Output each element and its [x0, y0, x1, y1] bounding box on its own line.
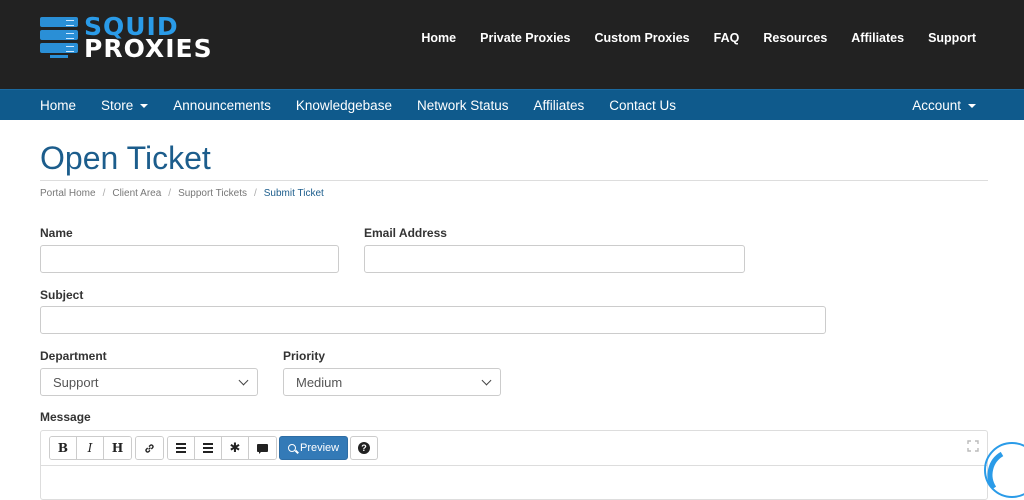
priority-select[interactable]: Medium — [283, 368, 501, 396]
topnav-private-proxies[interactable]: Private Proxies — [480, 31, 570, 45]
chevron-down-icon — [481, 375, 492, 386]
list-ul-icon — [176, 443, 186, 453]
ordered-list-button[interactable] — [195, 437, 222, 459]
breadcrumb-submit-ticket: Submit Ticket — [263, 188, 324, 199]
link-toolbar-group — [135, 436, 164, 460]
email-input[interactable] — [364, 245, 745, 273]
breadcrumb-portal-home[interactable]: Portal Home — [40, 188, 96, 199]
topnav-affiliates[interactable]: Affiliates — [851, 31, 904, 45]
fullscreen-icon[interactable] — [967, 440, 979, 452]
navbar-knowledgebase[interactable]: Knowledgebase — [296, 98, 392, 113]
message-label: Message — [40, 410, 91, 424]
caret-down-icon — [968, 103, 976, 108]
comment-icon — [257, 444, 268, 454]
name-label: Name — [40, 226, 73, 240]
heading-button[interactable]: H — [104, 437, 131, 459]
link-button[interactable] — [136, 437, 163, 459]
asterisk-icon: ✱ — [229, 440, 241, 455]
breadcrumb: Portal Home / Client Area / Support Tick… — [40, 188, 324, 199]
priority-label: Priority — [283, 349, 326, 363]
email-label: Email Address — [364, 226, 447, 240]
navbar-announcements[interactable]: Announcements — [173, 98, 271, 113]
toolbar-divider — [41, 465, 987, 466]
topnav-home[interactable]: Home — [421, 31, 456, 45]
logo-text: SQUID PROXIES — [84, 14, 213, 63]
navbar-affiliates[interactable]: Affiliates — [534, 98, 585, 113]
link-icon — [145, 443, 154, 453]
topnav-faq[interactable]: FAQ — [714, 31, 740, 45]
quote-button[interactable] — [249, 437, 276, 459]
breadcrumb-separator: / — [168, 188, 172, 199]
breadcrumb-separator: / — [102, 188, 106, 199]
logo[interactable]: SQUID PROXIES — [40, 14, 213, 63]
navbar-store-label: Store — [101, 98, 134, 113]
main-navbar: Home Store Announcements Knowledgebase N… — [0, 89, 1024, 120]
list-ol-icon — [203, 443, 213, 453]
subject-label: Subject — [40, 288, 84, 302]
top-header: SQUID PROXIES Home Private Proxies Custo… — [0, 0, 1024, 89]
page-title: Open Ticket — [40, 140, 211, 176]
topnav-resources[interactable]: Resources — [763, 31, 827, 45]
breadcrumb-client-area[interactable]: Client Area — [112, 188, 161, 199]
question-circle-icon: ? — [358, 442, 370, 454]
preview-button[interactable]: Preview — [279, 436, 349, 460]
server-rack-icon — [40, 17, 78, 59]
navbar-network-status[interactable]: Network Status — [417, 98, 509, 113]
name-input[interactable] — [40, 245, 339, 273]
navbar-contact-us[interactable]: Contact Us — [609, 98, 676, 113]
account-menu[interactable]: Account — [912, 90, 976, 121]
message-editor[interactable]: B I H ✱ Preview ? — [40, 430, 988, 500]
navbar-home[interactable]: Home — [40, 98, 76, 113]
code-button[interactable]: ✱ — [222, 437, 249, 459]
department-value: Support — [53, 374, 99, 390]
breadcrumb-support-tickets[interactable]: Support Tickets — [178, 188, 247, 199]
breadcrumb-separator: / — [253, 188, 257, 199]
caret-down-icon — [140, 103, 149, 108]
title-divider — [40, 180, 988, 181]
topnav-custom-proxies[interactable]: Custom Proxies — [594, 31, 689, 45]
format-toolbar-group: B I H — [49, 436, 132, 460]
search-icon — [288, 444, 296, 452]
subject-input[interactable] — [40, 306, 826, 334]
account-label: Account — [912, 98, 961, 113]
logo-line-2: PROXIES — [84, 34, 213, 63]
department-select[interactable]: Support — [40, 368, 258, 396]
department-label: Department — [40, 349, 107, 363]
navbar-store[interactable]: Store — [101, 98, 149, 113]
bold-button[interactable]: B — [50, 437, 77, 459]
help-button[interactable]: ? — [350, 436, 378, 460]
preview-label: Preview — [300, 442, 340, 454]
topnav-support[interactable]: Support — [928, 31, 976, 45]
italic-button[interactable]: I — [77, 437, 104, 459]
top-nav: Home Private Proxies Custom Proxies FAQ … — [397, 31, 976, 45]
unordered-list-button[interactable] — [168, 437, 195, 459]
list-toolbar-group: ✱ — [167, 436, 277, 460]
chevron-down-icon — [238, 375, 249, 386]
corner-badge-icon — [984, 442, 1024, 498]
priority-value: Medium — [296, 374, 343, 390]
